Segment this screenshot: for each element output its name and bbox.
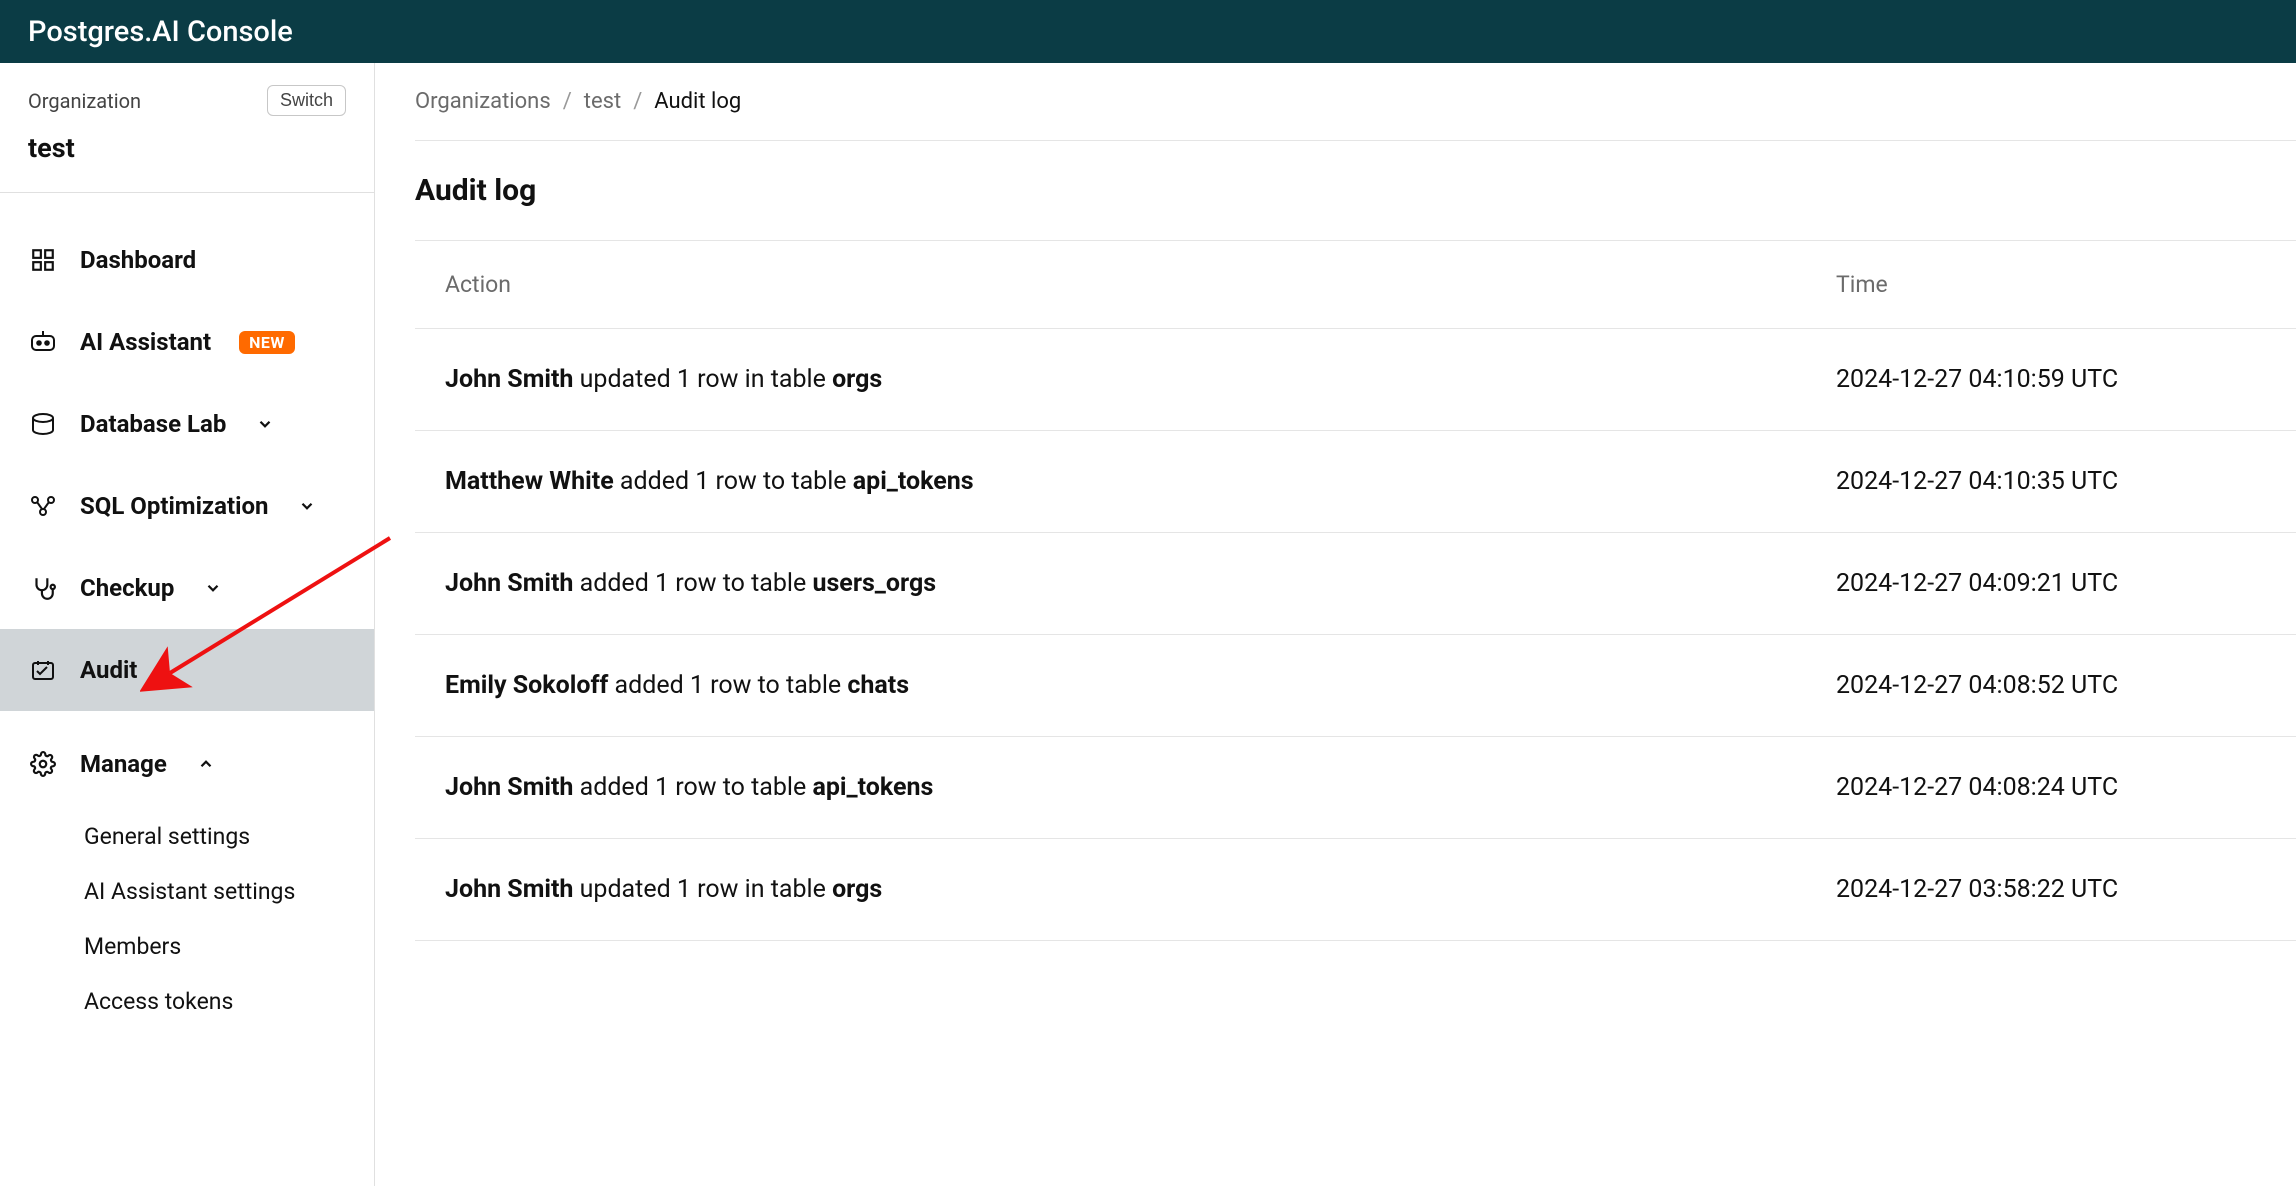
breadcrumb-current: Audit log [654, 89, 741, 114]
cell-time: 2024-12-27 04:08:24 UTC [1836, 773, 2266, 802]
table-row[interactable]: Matthew White added 1 row to table api_t… [415, 431, 2296, 533]
subnav-access-tokens[interactable]: Access tokens [84, 974, 374, 1029]
switch-org-button[interactable]: Switch [267, 85, 346, 116]
cell-action: John Smith added 1 row to table users_or… [445, 569, 1836, 598]
dashboard-icon [28, 245, 58, 275]
sidebar-item-label: Checkup [80, 574, 174, 602]
table-header: Action Time [415, 241, 2296, 329]
nodes-icon [28, 491, 58, 521]
page-title: Audit log [415, 173, 536, 208]
main-content: Organizations / test / Audit log Audit l… [375, 63, 2296, 1186]
cell-action: John Smith updated 1 row in table orgs [445, 875, 1836, 904]
stethoscope-icon [28, 573, 58, 603]
sidebar-item-label: Dashboard [80, 246, 196, 274]
cell-time: 2024-12-27 04:10:59 UTC [1836, 365, 2266, 394]
chevron-up-icon [197, 755, 215, 773]
table-body: John Smith updated 1 row in table orgs20… [415, 329, 2296, 941]
cell-action: Matthew White added 1 row to table api_t… [445, 467, 1836, 496]
subnav-ai-assistant-settings[interactable]: AI Assistant settings [84, 864, 374, 919]
cell-action: Emily Sokoloff added 1 row to table chat… [445, 671, 1836, 700]
breadcrumb-organizations[interactable]: Organizations [415, 89, 551, 114]
breadcrumb-separator: / [633, 89, 642, 114]
sidebar: Organization Switch test Dashboard AI As… [0, 63, 375, 1186]
audit-icon [28, 655, 58, 685]
sidebar-item-label: Database Lab [80, 410, 226, 438]
table-row[interactable]: Emily Sokoloff added 1 row to table chat… [415, 635, 2296, 737]
org-block: Organization Switch test [0, 63, 374, 193]
subnav-members[interactable]: Members [84, 919, 374, 974]
chevron-down-icon [298, 497, 316, 515]
sidebar-item-checkup[interactable]: Checkup [0, 547, 374, 629]
cell-time: 2024-12-27 04:10:35 UTC [1836, 467, 2266, 496]
th-action: Action [445, 271, 1836, 298]
sidebar-item-label: AI Assistant [80, 328, 211, 356]
breadcrumb-separator: / [563, 89, 572, 114]
audit-table: Action Time John Smith updated 1 row in … [415, 241, 2296, 941]
app-title: Postgres.AI Console [28, 15, 293, 49]
new-badge: NEW [239, 331, 295, 354]
sidebar-item-dashboard[interactable]: Dashboard [0, 219, 374, 301]
robot-icon [28, 327, 58, 357]
manage-subnav: General settings AI Assistant settings M… [0, 805, 374, 1029]
org-name: test [28, 132, 346, 164]
sidebar-item-sql-optimization[interactable]: SQL Optimization [0, 465, 374, 547]
sidebar-item-label: Audit [80, 656, 137, 684]
table-row[interactable]: John Smith updated 1 row in table orgs20… [415, 329, 2296, 431]
sidebar-item-audit[interactable]: Audit [0, 629, 374, 711]
breadcrumb: Organizations / test / Audit log [415, 89, 2296, 141]
sidebar-item-label: SQL Optimization [80, 492, 268, 520]
subnav-general-settings[interactable]: General settings [84, 809, 374, 864]
cell-time: 2024-12-27 04:09:21 UTC [1836, 569, 2266, 598]
th-time: Time [1836, 271, 2266, 298]
chevron-down-icon [256, 415, 274, 433]
gear-icon [28, 749, 58, 779]
cell-time: 2024-12-27 04:08:52 UTC [1836, 671, 2266, 700]
breadcrumb-org[interactable]: test [584, 89, 621, 114]
sidebar-item-manage[interactable]: Manage [0, 723, 374, 805]
cell-time: 2024-12-27 03:58:22 UTC [1836, 875, 2266, 904]
chevron-down-icon [204, 579, 222, 597]
database-icon [28, 409, 58, 439]
table-row[interactable]: John Smith added 1 row to table users_or… [415, 533, 2296, 635]
cell-action: John Smith added 1 row to table api_toke… [445, 773, 1836, 802]
cell-action: John Smith updated 1 row in table orgs [445, 365, 1836, 394]
sidebar-item-ai-assistant[interactable]: AI Assistant NEW [0, 301, 374, 383]
sidebar-item-label: Manage [80, 750, 167, 778]
sidebar-item-database-lab[interactable]: Database Lab [0, 383, 374, 465]
table-row[interactable]: John Smith updated 1 row in table orgs20… [415, 839, 2296, 941]
top-bar: Postgres.AI Console [0, 0, 2296, 63]
nav: Dashboard AI Assistant NEW Database Lab [0, 193, 374, 1029]
table-row[interactable]: John Smith added 1 row to table api_toke… [415, 737, 2296, 839]
org-label: Organization [28, 89, 141, 113]
